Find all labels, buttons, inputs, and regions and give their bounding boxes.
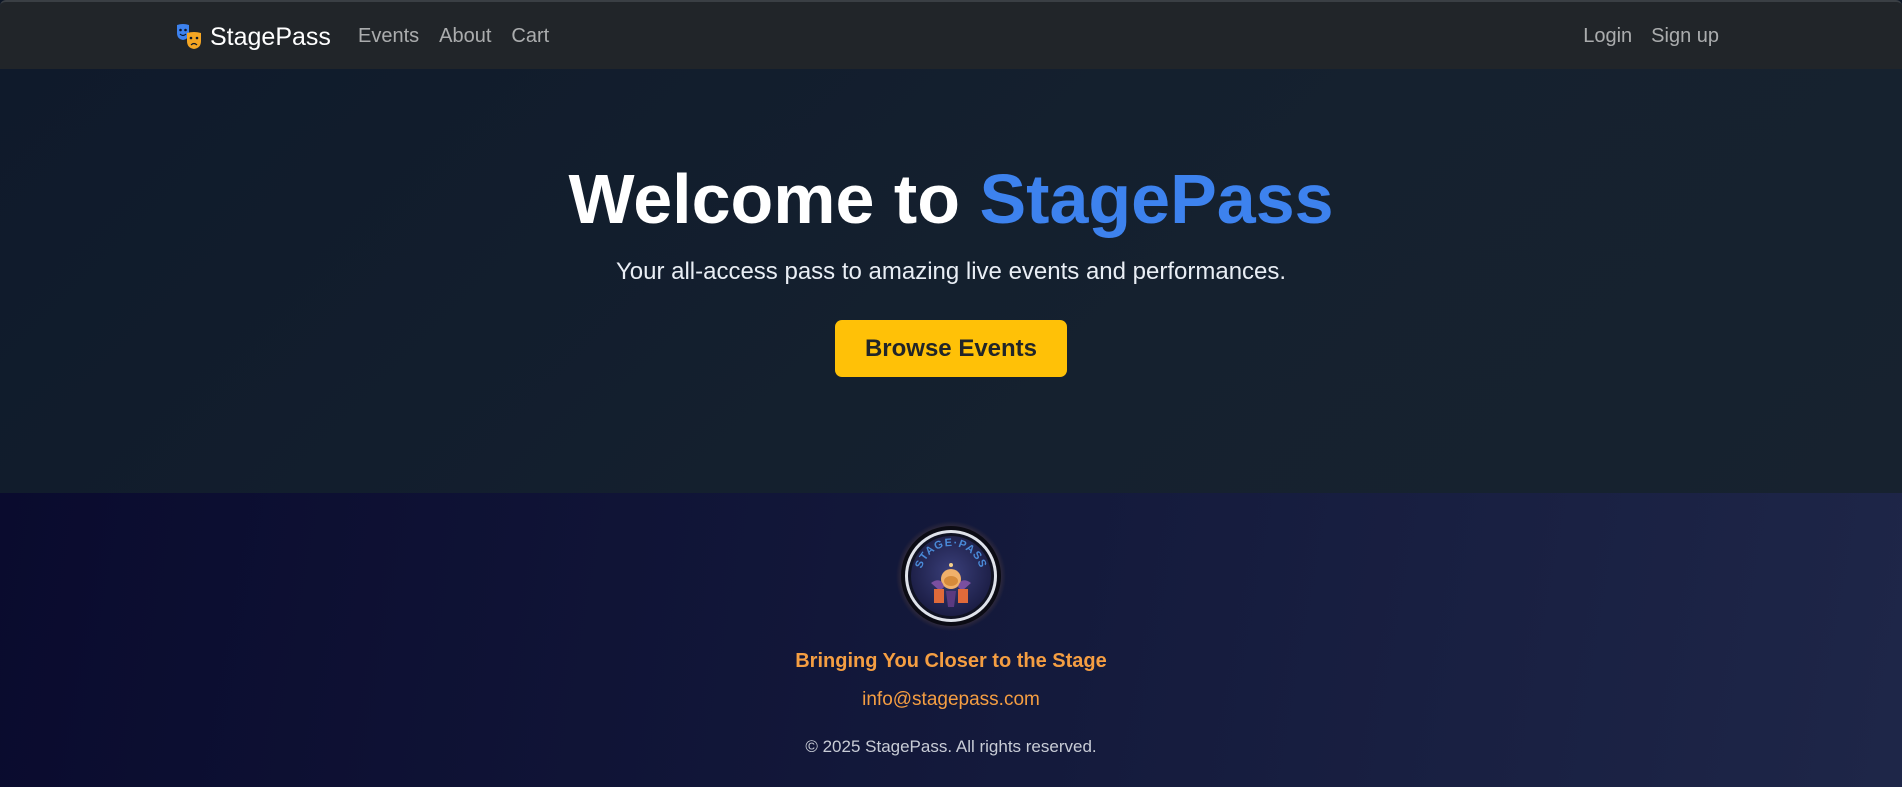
footer-logo: STAGE·PASS [896, 521, 1006, 631]
nav-auth: Login Sign up [1564, 24, 1719, 48]
browse-events-button[interactable]: Browse Events [835, 320, 1067, 377]
login-link[interactable]: Login [1583, 24, 1632, 48]
footer-copyright: © 2025 StagePass. All rights reserved. [805, 737, 1097, 756]
footer: STAGE·PASS Bringing You Closer to the St… [0, 493, 1902, 787]
hero-title: Welcome to StagePass [0, 159, 1902, 239]
brand-name: StagePass [210, 23, 331, 51]
navbar: StagePass Events About Cart Login Sign u… [0, 0, 1902, 69]
hero-subtitle: Your all-access pass to amazing live eve… [615, 258, 1287, 285]
nav-link-events[interactable]: Events [358, 24, 419, 48]
theater-masks-icon [176, 23, 202, 51]
nav-link-about[interactable]: About [439, 24, 491, 48]
hero-section: Welcome to StagePass Your all-access pas… [0, 69, 1902, 493]
nav-links: Events About Cart [358, 24, 569, 48]
signup-link[interactable]: Sign up [1651, 24, 1719, 48]
brand-link[interactable]: StagePass [176, 22, 331, 52]
footer-email-link[interactable]: info@stagepass.com [0, 689, 1902, 711]
hero-title-prefix: Welcome to [568, 160, 960, 238]
footer-tagline: Bringing You Closer to the Stage [795, 650, 1107, 672]
hero-title-accent: StagePass [979, 160, 1334, 238]
nav-link-cart[interactable]: Cart [511, 24, 549, 48]
